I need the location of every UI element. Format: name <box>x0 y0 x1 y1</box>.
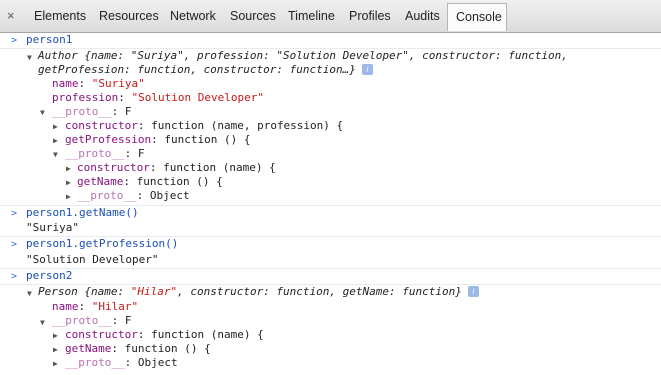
property-value: function (name, profession) { <box>151 119 344 132</box>
property-value: Object <box>149 189 190 202</box>
prompt-chevron-icon: > <box>11 239 18 250</box>
property-key: name <box>52 77 79 90</box>
tab-timeline[interactable]: Timeline <box>288 9 335 23</box>
property-value: F <box>124 314 132 327</box>
tab-console[interactable]: Console <box>447 3 507 31</box>
console-command: person1.getProfession() <box>26 237 179 250</box>
tab-resources[interactable]: Resources <box>99 9 159 23</box>
prompt-chevron-icon: > <box>11 208 18 219</box>
expanded-triangle-icon[interactable]: ▼ <box>40 318 45 327</box>
entry-separator <box>0 268 661 269</box>
property-key: __proto__ <box>65 356 125 369</box>
prompt-chevron-icon: > <box>11 271 18 282</box>
object-summary-text-2: , constructor: function, getName: functi… <box>177 285 462 298</box>
object-type-label: Person <box>38 285 78 298</box>
property-value: function (name) { <box>151 328 264 341</box>
tab-network[interactable]: Network <box>170 9 216 23</box>
expanded-triangle-icon[interactable]: ▼ <box>40 108 45 117</box>
property-value: Object <box>137 356 178 369</box>
collapsed-triangle-icon[interactable]: ▶ <box>53 345 58 354</box>
tab-console-label: Console <box>456 10 502 24</box>
collapsed-triangle-icon[interactable]: ▶ <box>53 136 58 145</box>
property-key: __proto__ <box>52 105 112 118</box>
object-summary-text-2: getProfession: function, constructor: fu… <box>38 63 356 76</box>
property-value: F <box>124 105 132 118</box>
property-key: getProfession <box>65 133 152 146</box>
tab-audits[interactable]: Audits <box>405 9 440 23</box>
proto-row[interactable]: __proto__: Object <box>77 188 190 204</box>
expanded-triangle-icon[interactable]: ▼ <box>27 53 32 62</box>
object-summary-text: {name: "Suriya", profession: "Solution D… <box>77 49 568 62</box>
collapsed-triangle-icon[interactable]: ▶ <box>53 359 58 368</box>
object-summary-name: "Hilar" <box>130 285 178 298</box>
info-icon[interactable]: i <box>361 64 373 75</box>
property-key: constructor <box>65 119 138 132</box>
property-key: getName <box>65 342 112 355</box>
property-key: __proto__ <box>52 314 112 327</box>
collapsed-triangle-icon[interactable]: ▶ <box>66 164 71 173</box>
property-key: profession <box>52 91 119 104</box>
property-key: __proto__ <box>77 189 137 202</box>
console-result: "Solution Developer" <box>26 253 159 266</box>
property-value: "Solution Developer" <box>131 91 264 104</box>
console-command: person2 <box>26 269 73 282</box>
property-key: getName <box>77 175 124 188</box>
object-summary-line1[interactable]: Person {name: "Hilar", constructor: func… <box>38 284 479 300</box>
property-value: "Suriya" <box>91 77 145 90</box>
collapsed-triangle-icon[interactable]: ▶ <box>66 178 71 187</box>
prompt-chevron-icon: > <box>11 35 18 46</box>
property-key: constructor <box>65 328 138 341</box>
tab-elements[interactable]: Elements <box>34 9 86 23</box>
collapsed-triangle-icon[interactable]: ▶ <box>53 122 58 131</box>
object-summary-text: {name: <box>77 285 131 298</box>
property-value: F <box>137 147 145 160</box>
property-value: function (name) { <box>163 161 276 174</box>
property-value: function () { <box>164 133 251 146</box>
property-key: __proto__ <box>65 147 125 160</box>
tab-sources[interactable]: Sources <box>230 9 276 23</box>
console-result: "Suriya" <box>26 221 79 234</box>
expanded-triangle-icon[interactable]: ▼ <box>27 289 32 298</box>
property-value: function () { <box>124 342 211 355</box>
property-value: "Hilar" <box>91 300 139 313</box>
expanded-triangle-icon[interactable]: ▼ <box>53 150 58 159</box>
collapsed-triangle-icon[interactable]: ▶ <box>53 331 58 340</box>
property-key: constructor <box>77 161 150 174</box>
console-command: person1 <box>26 33 73 46</box>
info-icon[interactable]: i <box>467 286 479 297</box>
collapsed-triangle-icon[interactable]: ▶ <box>66 192 71 201</box>
property-key: name <box>52 300 79 313</box>
close-icon[interactable]: × <box>7 8 15 23</box>
property-value: function () { <box>136 175 223 188</box>
tab-profiles[interactable]: Profiles <box>349 9 391 23</box>
object-type-label: Author <box>38 49 78 62</box>
console-command: person1.getName() <box>26 206 139 219</box>
proto-row[interactable]: __proto__: Object <box>65 355 178 371</box>
devtools-toolbar: × Elements Resources Network Sources Tim… <box>0 0 661 33</box>
